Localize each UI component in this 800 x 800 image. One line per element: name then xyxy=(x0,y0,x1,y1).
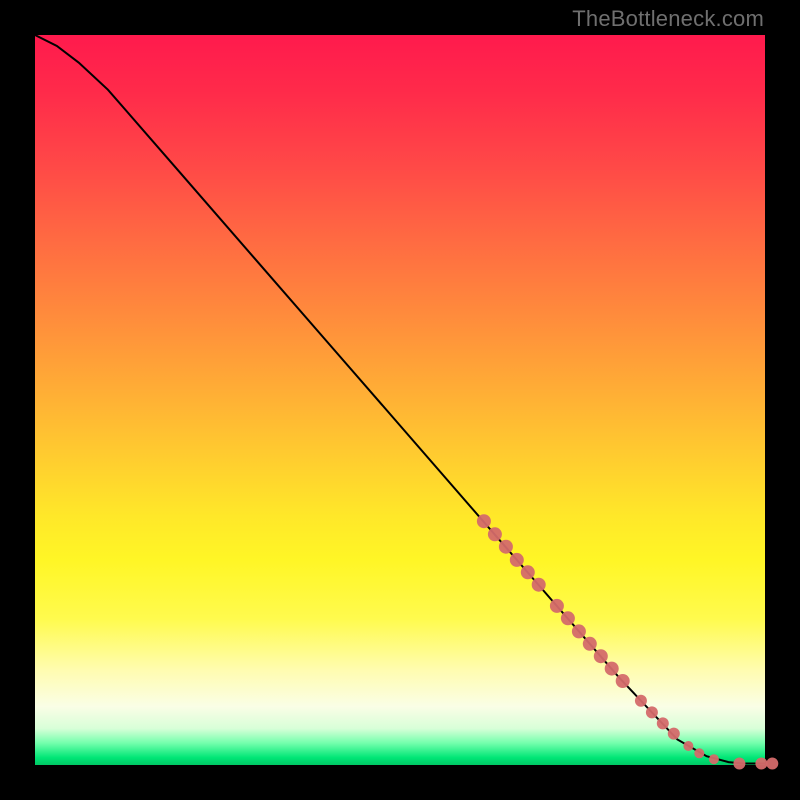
data-point-marker xyxy=(550,599,564,613)
data-point-marker xyxy=(510,553,524,567)
data-point-marker xyxy=(572,624,586,638)
attribution-label: TheBottleneck.com xyxy=(572,6,764,32)
data-point-marker xyxy=(499,540,513,554)
data-point-marker xyxy=(635,695,647,707)
data-point-marker xyxy=(532,578,546,592)
data-point-marker xyxy=(755,758,767,770)
bottleneck-curve xyxy=(35,35,765,764)
data-point-marker xyxy=(594,649,608,663)
marker-group xyxy=(477,514,778,769)
data-point-marker xyxy=(683,741,693,751)
data-point-marker xyxy=(646,706,658,718)
data-point-marker xyxy=(668,728,680,740)
data-point-marker xyxy=(657,717,669,729)
data-point-marker xyxy=(733,758,745,770)
data-point-marker xyxy=(561,611,575,625)
data-point-marker xyxy=(694,748,704,758)
data-point-marker xyxy=(605,662,619,676)
data-point-marker xyxy=(583,637,597,651)
data-point-marker xyxy=(766,758,778,770)
data-point-marker xyxy=(616,674,630,688)
data-point-marker xyxy=(488,527,502,541)
data-point-marker xyxy=(709,754,719,764)
data-point-marker xyxy=(477,514,491,528)
chart-overlay xyxy=(35,35,765,765)
data-point-marker xyxy=(521,565,535,579)
chart-stage: TheBottleneck.com xyxy=(0,0,800,800)
